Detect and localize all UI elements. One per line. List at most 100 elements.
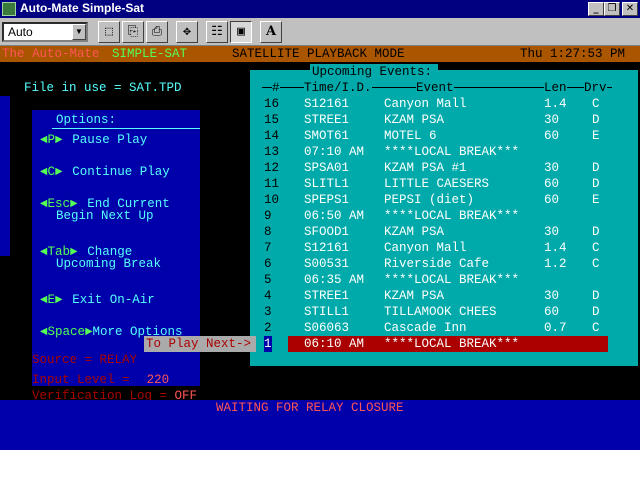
app-icon[interactable]	[2, 2, 16, 16]
row-time: STREE1	[304, 289, 350, 303]
copy-icon[interactable]: ⎘	[122, 21, 144, 43]
event-row[interactable]: 10 SPEPS1 PEPSI (diet) 60 E	[264, 192, 608, 208]
row-len: 30	[544, 161, 560, 175]
event-row[interactable]: 4 STREE1 KZAM PSA 30 D	[264, 288, 608, 304]
row-time: STREE1	[304, 113, 350, 127]
row-num: 7	[264, 241, 272, 255]
option-exit[interactable]: ◄E► Exit On-Air	[40, 288, 155, 308]
minimize-button[interactable]: _	[588, 2, 604, 16]
row-drv: C	[592, 97, 600, 111]
background-icon[interactable]: ▣	[230, 21, 252, 43]
product-name: SIMPLE-SAT	[112, 47, 188, 61]
row-event: PEPSI (diet)	[384, 193, 475, 207]
row-num: 6	[264, 257, 272, 271]
event-row[interactable]: 2 S06063 Cascade Inn 0.7 C	[264, 320, 608, 336]
col-drv: Drv	[584, 80, 607, 96]
row-num: 5	[264, 273, 272, 287]
col-event: Event	[416, 80, 454, 96]
to-play-next-label: To Play Next->	[144, 336, 256, 352]
row-drv: D	[592, 161, 600, 175]
row-num: 1	[264, 336, 272, 352]
row-time: SPSA01	[304, 161, 350, 175]
row-num: 9	[264, 209, 272, 223]
row-time: 06:50 AM	[304, 209, 365, 223]
font-size-select[interactable]: Auto ▼	[2, 22, 88, 42]
row-drv: D	[592, 225, 600, 239]
row-num: 12	[264, 161, 280, 175]
window-title: Auto-Mate Simple-Sat	[20, 1, 145, 15]
maximize-button[interactable]: ❒	[604, 2, 620, 16]
header-bar: The Auto-Mate SIMPLE-SAT SATELLITE PLAYB…	[0, 46, 640, 62]
row-len: 1.4	[544, 97, 567, 111]
event-row-next[interactable]: 1 06:10 AM ****LOCAL BREAK***	[264, 336, 608, 352]
row-event: ****LOCAL BREAK***	[384, 337, 520, 351]
upcoming-title: Upcoming Events:	[312, 65, 433, 79]
row-time: S12161	[304, 97, 350, 111]
event-row[interactable]: 14 SMOT61 MOTEL 6 60 E	[264, 128, 608, 144]
row-num: 4	[264, 289, 272, 303]
upcoming-title-box: Upcoming Events:	[310, 64, 438, 80]
option-key: P	[47, 133, 56, 147]
row-num: 11	[264, 177, 280, 191]
row-event: LITTLE CAESERS	[384, 177, 490, 191]
row-len: 1.4	[544, 241, 567, 255]
event-row[interactable]: 12 SPSA01 KZAM PSA #1 30 D	[264, 160, 608, 176]
row-drv: C	[592, 257, 600, 271]
event-row[interactable]: 15 STREE1 KZAM PSA 30 D	[264, 112, 608, 128]
option-pause[interactable]: ◄P► Pause Play	[40, 128, 147, 148]
row-time: S00531	[304, 257, 350, 271]
option-label: Pause Play	[72, 133, 148, 147]
row-len: 30	[544, 225, 560, 239]
font-icon[interactable]: A	[260, 21, 282, 43]
row-drv: D	[592, 113, 600, 127]
row-num: 13	[264, 145, 280, 159]
row-num: 10	[264, 193, 280, 207]
bottom-area	[0, 416, 640, 450]
row-num: 8	[264, 225, 272, 239]
row-time: SPEPS1	[304, 193, 350, 207]
col-num: #	[272, 80, 280, 96]
options-title: Options:	[56, 113, 117, 127]
event-row[interactable]: 13 07:10 AM ****LOCAL BREAK***	[264, 144, 608, 160]
fullscreen-icon[interactable]: ✥	[176, 21, 198, 43]
row-drv: D	[592, 177, 600, 191]
option-key: E	[47, 293, 56, 307]
event-row[interactable]: 6 S00531 Riverside Cafe 1.2 C	[264, 256, 608, 272]
date-time: Thu 1:27:53 PM	[520, 47, 626, 61]
event-row[interactable]: 5 06:35 AM ****LOCAL BREAK***	[264, 272, 608, 288]
event-row[interactable]: 3 STILL1 TILLAMOOK CHEES 60 D	[264, 304, 608, 320]
event-row[interactable]: 9 06:50 AM ****LOCAL BREAK***	[264, 208, 608, 224]
option-label: Exit On-Air	[72, 293, 155, 307]
row-time: SMOT61	[304, 129, 350, 143]
paste-icon[interactable]: ⎙	[146, 21, 168, 43]
to-play-next-text: To Play Next->	[146, 337, 252, 351]
row-num: 16	[264, 97, 280, 111]
event-row[interactable]: 16 S12161 Canyon Mall 1.4 C	[264, 96, 608, 112]
event-row[interactable]: 11 SLITL1 LITTLE CAESERS 60 D	[264, 176, 608, 192]
chevron-down-icon[interactable]: ▼	[72, 24, 86, 40]
option-continue[interactable]: ◄C► Continue Play	[40, 160, 170, 180]
row-event: ****LOCAL BREAK***	[384, 145, 520, 159]
row-event: KZAM PSA	[384, 225, 445, 239]
close-button[interactable]: ✕	[622, 2, 638, 16]
row-event: KZAM PSA #1	[384, 161, 467, 175]
option-key: C	[47, 165, 56, 179]
row-event: TILLAMOOK CHEES	[384, 305, 497, 319]
event-row[interactable]: 7 S12161 Canyon Mall 1.4 C	[264, 240, 608, 256]
row-time: S06063	[304, 321, 350, 335]
event-row[interactable]: 8 SFOOD1 KZAM PSA 30 D	[264, 224, 608, 240]
row-len: 30	[544, 289, 560, 303]
row-len: 1.2	[544, 257, 567, 271]
status-line: WAITING FOR RELAY CLOSURE	[0, 400, 640, 416]
row-len: 30	[544, 113, 560, 127]
properties-icon[interactable]: ☷	[206, 21, 228, 43]
col-len: Len	[544, 80, 567, 96]
row-drv: C	[592, 321, 600, 335]
title-bar[interactable]: Auto-Mate Simple-Sat _ ❒ ✕	[0, 0, 640, 18]
console-screen[interactable]: The Auto-Mate SIMPLE-SAT SATELLITE PLAYB…	[0, 46, 640, 450]
mark-icon[interactable]: ⬚	[98, 21, 120, 43]
row-event: Canyon Mall	[384, 97, 467, 111]
row-time: S12161	[304, 241, 350, 255]
row-event: Riverside Cafe	[384, 257, 490, 271]
mode-label: SATELLITE PLAYBACK MODE	[232, 47, 405, 61]
